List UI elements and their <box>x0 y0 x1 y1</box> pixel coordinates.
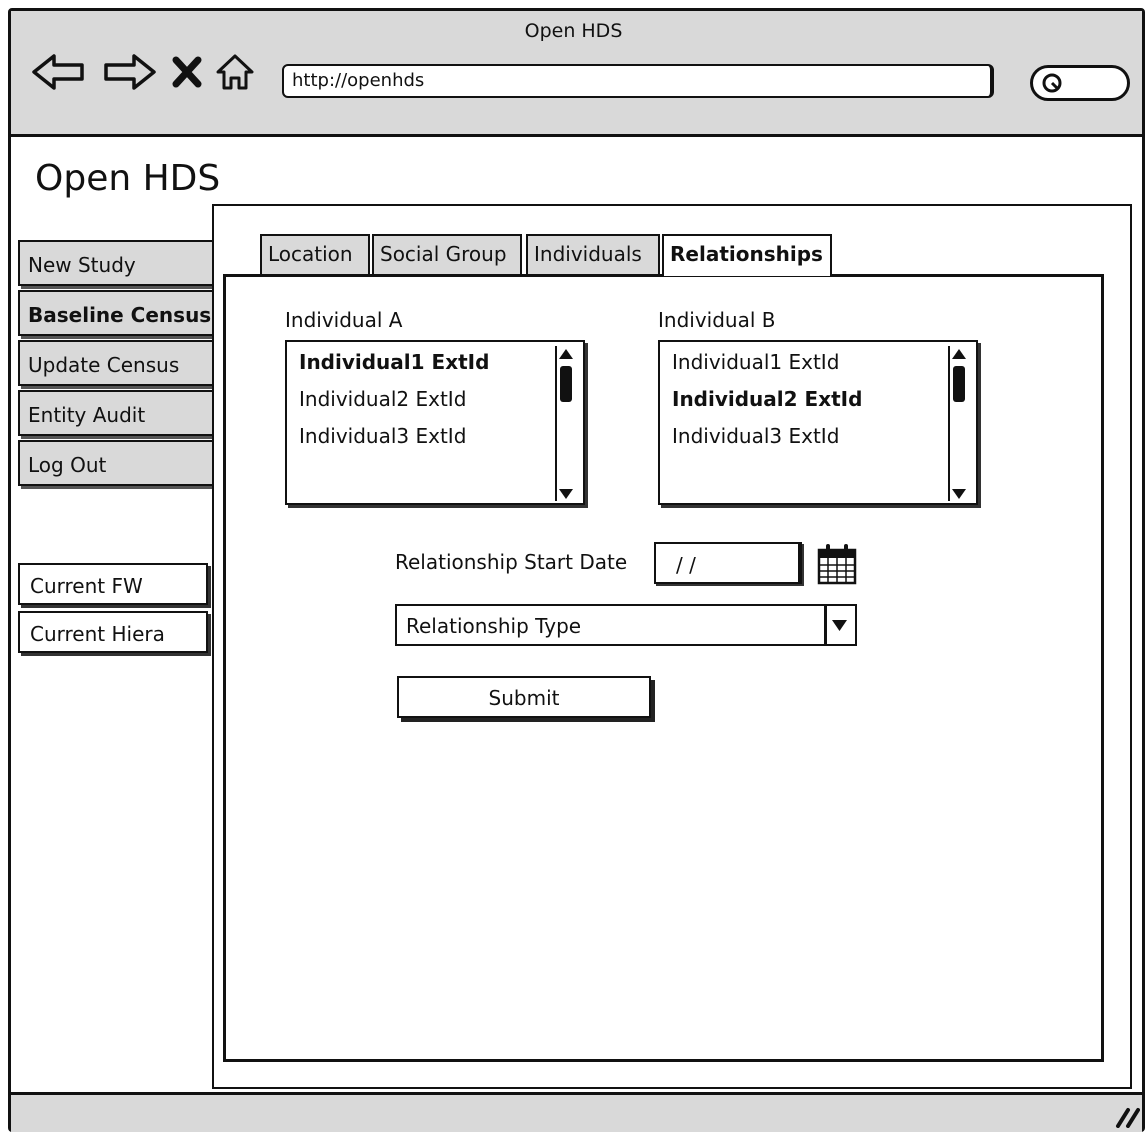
list-item[interactable]: Individual1 ExtId <box>672 350 839 374</box>
chevron-down-icon[interactable] <box>824 606 855 644</box>
forward-arrow-icon[interactable] <box>102 52 158 92</box>
individual-b-label: Individual B <box>658 308 776 332</box>
browser-search-field[interactable] <box>1030 65 1130 101</box>
app-title: Open HDS <box>35 158 221 199</box>
calendar-icon[interactable] <box>816 542 858 586</box>
status-bar <box>11 1092 1142 1132</box>
close-icon[interactable] <box>170 52 204 92</box>
home-icon[interactable] <box>214 52 256 92</box>
list-item[interactable]: Individual2 ExtId <box>672 387 862 411</box>
relationship-type-value: Relationship Type <box>406 614 582 638</box>
dropdown-arrow-graphic <box>832 620 847 631</box>
submit-button[interactable]: Submit <box>397 676 651 718</box>
tab-location[interactable]: Location <box>260 234 370 276</box>
sidebar-item-update-census[interactable]: Update Census <box>18 340 215 386</box>
current-fieldworker-box: Current FW <box>18 563 208 605</box>
start-date-field[interactable]: / / <box>654 542 802 584</box>
tab-individuals[interactable]: Individuals <box>526 234 660 276</box>
relationship-type-select[interactable]: Relationship Type <box>395 604 857 646</box>
sidebar-item-log-out[interactable]: Log Out <box>18 440 215 486</box>
sidebar-item-entity-audit[interactable]: Entity Audit <box>18 390 215 436</box>
scrollbar-graphic <box>559 349 573 499</box>
list-item[interactable]: Individual3 ExtId <box>299 424 466 448</box>
scrollbar-graphic <box>952 349 966 499</box>
sidebar-item-new-study[interactable]: New Study <box>18 240 215 286</box>
individual-a-label: Individual A <box>285 308 403 332</box>
individual-a-listbox[interactable]: Individual1 ExtId Individual2 ExtId Indi… <box>285 340 585 505</box>
list-item[interactable]: Individual1 ExtId <box>299 350 489 374</box>
tab-relationships[interactable]: Relationships <box>662 234 832 276</box>
individual-b-listbox[interactable]: Individual1 ExtId Individual2 ExtId Indi… <box>658 340 978 505</box>
current-hierarchy-box: Current Hiera <box>18 611 208 653</box>
list-item[interactable]: Individual2 ExtId <box>299 387 466 411</box>
scrollbar[interactable] <box>555 346 575 501</box>
start-date-label: Relationship Start Date <box>395 550 628 574</box>
url-input[interactable]: http://openhds <box>282 64 994 98</box>
list-item[interactable]: Individual3 ExtId <box>672 424 839 448</box>
resize-grip-icon[interactable] <box>1112 1104 1140 1128</box>
sidebar-item-baseline-census[interactable]: Baseline Census <box>18 290 215 336</box>
search-icon <box>1042 73 1062 93</box>
back-arrow-icon[interactable] <box>30 52 86 92</box>
window-title: Open HDS <box>524 20 623 42</box>
scrollbar[interactable] <box>948 346 968 501</box>
tab-social-group[interactable]: Social Group <box>372 234 522 276</box>
